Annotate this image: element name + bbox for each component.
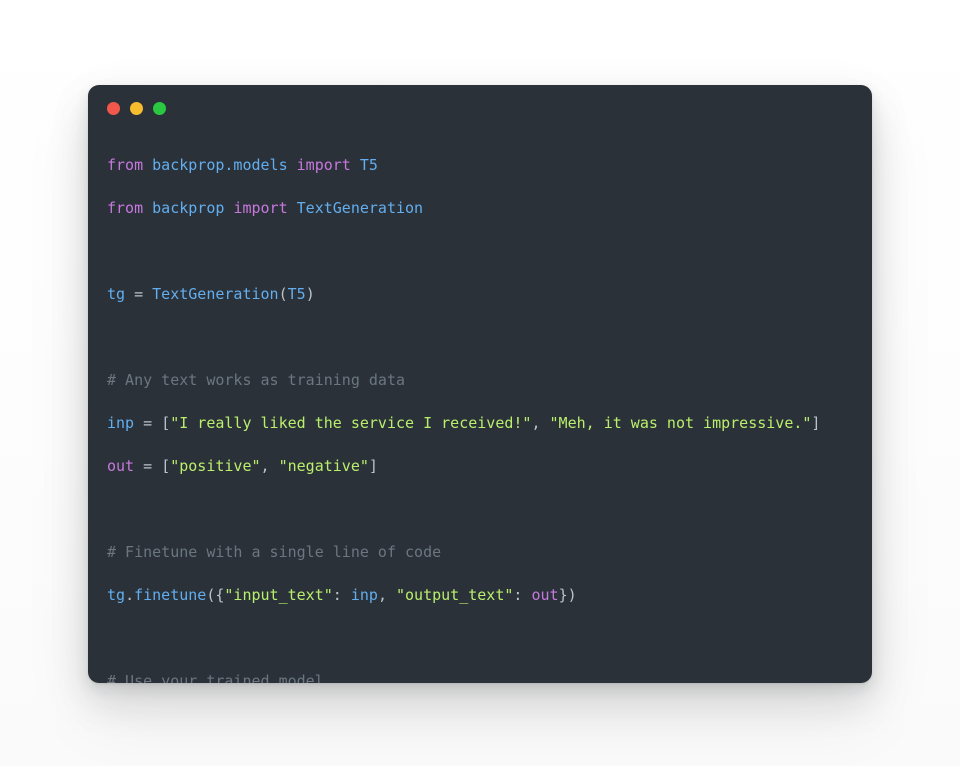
bracket-close: ] [811, 414, 821, 432]
string-output-1: "positive" [170, 457, 261, 475]
code-line-5-blank [107, 327, 850, 349]
dot: . [125, 586, 135, 604]
imported-name-textgeneration: TextGeneration [296, 199, 424, 217]
comma: , [531, 414, 550, 432]
dict-key-input-text: "input_text" [224, 586, 333, 604]
bracket-open: [ [161, 414, 171, 432]
keyword-import: import [233, 199, 288, 217]
code-line-2: from backprop import TextGeneration [107, 198, 850, 220]
call-textgeneration: TextGeneration [152, 285, 279, 303]
code-line-1: from backprop.models import T5 [107, 155, 850, 177]
module-path: backprop [152, 199, 225, 217]
colon: : [513, 586, 532, 604]
argument-t5: T5 [287, 285, 306, 303]
string-input-2: "Meh, it was not impressive." [549, 414, 812, 432]
paren-brace-open: ({ [206, 586, 225, 604]
code-block: from backprop.models import T5 from back… [107, 155, 850, 683]
page-background: from backprop.models import T5 from back… [0, 0, 960, 766]
maximize-button-icon[interactable] [153, 101, 166, 115]
keyword-import: import [296, 156, 351, 174]
minimize-button-icon[interactable] [130, 101, 143, 115]
dict-value-inp: inp [350, 586, 378, 604]
variable-out: out [107, 457, 135, 475]
code-line-13: # Use your trained model [107, 671, 850, 683]
dict-key-output-text: "output_text" [396, 586, 514, 604]
operator-assign: = [134, 457, 162, 475]
paren-open: ( [278, 285, 288, 303]
code-line-4: tg = TextGeneration(T5) [107, 284, 850, 306]
code-line-8: out = ["positive", "negative"] [107, 456, 850, 478]
comment-finetune: # Finetune with a single line of code [107, 543, 442, 561]
keyword-from: from [107, 156, 144, 174]
method-finetune: finetune [134, 586, 207, 604]
code-line-3-blank [107, 241, 850, 263]
comma: , [377, 586, 396, 604]
imported-name-t5: T5 [359, 156, 378, 174]
code-line-11: tg.finetune({"input_text": inp, "output_… [107, 585, 850, 607]
operator-assign: = [134, 414, 162, 432]
variable-tg: tg [107, 285, 126, 303]
code-line-12-blank [107, 628, 850, 650]
colon: : [332, 586, 351, 604]
code-line-10: # Finetune with a single line of code [107, 542, 850, 564]
brace-paren-close: }) [558, 586, 577, 604]
operator-assign: = [125, 285, 153, 303]
bracket-close: ] [368, 457, 378, 475]
module-path: backprop.models [152, 156, 288, 174]
comment-use-model: # Use your trained model [107, 672, 324, 683]
keyword-from: from [107, 199, 144, 217]
code-editor-area[interactable]: from backprop.models import T5 from back… [88, 131, 872, 683]
variable-inp: inp [107, 414, 135, 432]
object-tg: tg [107, 586, 126, 604]
comma: , [260, 457, 279, 475]
string-input-1: "I really liked the service I received!" [170, 414, 532, 432]
close-button-icon[interactable] [107, 101, 120, 115]
code-line-9-blank [107, 499, 850, 521]
code-window-card: from backprop.models import T5 from back… [88, 85, 872, 683]
dict-value-out: out [531, 586, 559, 604]
code-line-6: # Any text works as training data [107, 370, 850, 392]
bracket-open: [ [161, 457, 171, 475]
window-titlebar [88, 85, 872, 131]
string-output-2: "negative" [278, 457, 369, 475]
paren-close: ) [305, 285, 315, 303]
code-line-7: inp = ["I really liked the service I rec… [107, 413, 850, 435]
comment-training-data: # Any text works as training data [107, 371, 406, 389]
